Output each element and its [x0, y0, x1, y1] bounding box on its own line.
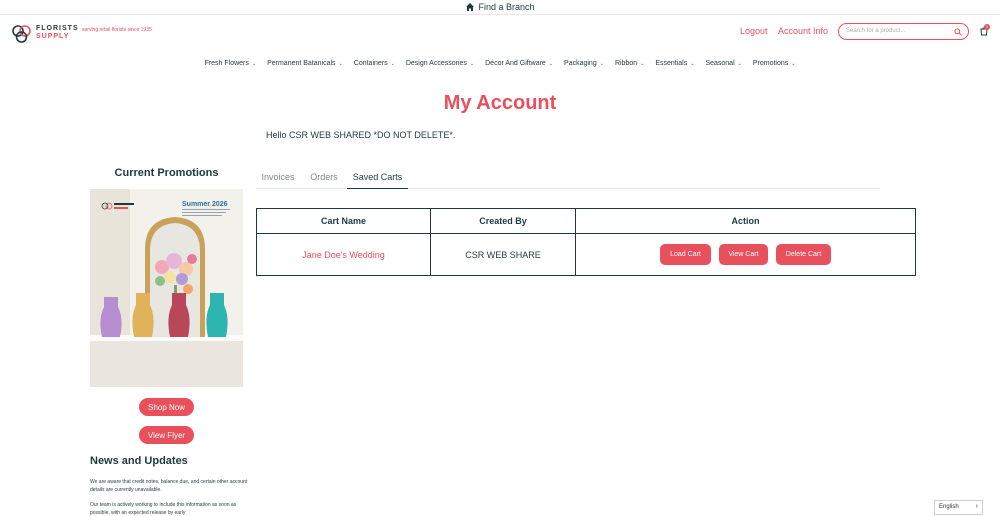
chevron-down-icon: ⌄ — [469, 60, 475, 67]
chevron-down-icon: ⌄ — [338, 60, 343, 67]
tab-orders[interactable]: Orders — [304, 165, 344, 189]
logo-text: FLORISTS SUPPLY — [36, 25, 79, 41]
delete-cart-button[interactable]: Delete Cart — [776, 244, 831, 265]
nav-label: Fresh Flowers — [204, 60, 249, 67]
tab-saved-carts[interactable]: Saved Carts — [347, 165, 408, 189]
chevron-down-icon: ⌄ — [251, 60, 257, 67]
cart-actions: Load Cart View Cart Delete Cart — [576, 244, 915, 265]
search-placeholder: Search for a product... — [846, 28, 906, 34]
chevron-down-icon: ⌄ — [599, 60, 604, 67]
nav-label: Containers — [353, 60, 388, 67]
nav-ribbon[interactable]: Ribbon ⌄ — [615, 58, 644, 69]
find-branch-link[interactable]: Find a Branch — [478, 2, 534, 12]
promotion-flyer-image[interactable]: Summer 2026 — [90, 189, 243, 387]
column-header-created-by: Created By — [430, 208, 576, 234]
nav-label: Ribbon — [614, 60, 638, 67]
chevron-down-icon: ⌄ — [640, 60, 645, 67]
table-row: Jane Doe's Wedding CSR WEB SHARE Load Ca… — [256, 233, 916, 276]
language-value: English — [939, 504, 959, 510]
tagline: serving retail florists since 1935 — [82, 27, 152, 33]
logo-line1: FLORISTS — [36, 25, 79, 32]
flyer-title: Summer 2026 — [182, 201, 228, 208]
shop-now-button[interactable]: Shop Now — [139, 398, 194, 416]
nav-fresh-flowers[interactable]: Fresh Flowers ⌄ — [205, 58, 257, 69]
logout-link[interactable]: Logout — [740, 26, 768, 36]
search-icon[interactable] — [954, 28, 962, 36]
nav-design-accessories[interactable]: Design Accessories ⌄ — [406, 58, 474, 69]
column-header-cart-name: Cart Name — [256, 208, 431, 234]
nav-decor-giftware[interactable]: Décor And Giftware ⌄ — [485, 58, 553, 69]
saved-carts-table: Cart Name Created By Action Jane Doe's W… — [256, 208, 916, 276]
chevron-down-icon: ⌄ — [548, 60, 554, 67]
chevron-down-icon: ⌄ — [390, 60, 395, 67]
nav-label: Permanent Batanicals — [267, 60, 336, 67]
nav-label: Seasonal — [705, 60, 735, 67]
nav-containers[interactable]: Containers ⌄ — [354, 58, 395, 69]
nav-essentials[interactable]: Essentials ⌄ — [655, 58, 694, 69]
nav-label: Packaging — [564, 60, 597, 67]
nav-packaging[interactable]: Packaging ⌄ — [564, 58, 604, 69]
table-header-row: Cart Name Created By Action — [256, 208, 916, 234]
site-logo[interactable]: FLORISTS SUPPLY — [11, 22, 79, 44]
nav-label: Promotions — [752, 60, 789, 67]
chevron-down-icon: ⌄ — [690, 60, 695, 67]
nav-label: Décor And Giftware — [485, 60, 546, 67]
tab-invoices[interactable]: Invoices — [256, 165, 300, 189]
cart-name-link[interactable]: Jane Doe's Wedding — [302, 250, 385, 260]
view-cart-button[interactable]: View Cart — [719, 244, 768, 265]
greeting-text: Hello CSR WEB SHARED *DO NOT DELETE*. — [266, 130, 456, 140]
account-tabs: Invoices Orders Saved Carts — [256, 165, 880, 189]
nav-seasonal[interactable]: Seasonal ⌄ — [705, 58, 741, 69]
news-paragraph: Our team is actively working to include … — [90, 502, 237, 516]
news-heading: News and Updates — [90, 455, 188, 467]
cart-name-cell: Jane Doe's Wedding — [256, 233, 431, 276]
column-header-action: Action — [575, 208, 916, 234]
nav-permanent-botanicals[interactable]: Permanent Batanicals ⌄ — [267, 58, 343, 69]
logo-line2: SUPPLY — [36, 33, 70, 40]
nav-promotions[interactable]: Promotions ⌄ — [753, 58, 796, 69]
nav-label: Essentials — [655, 60, 688, 67]
account-info-link[interactable]: Account Info — [778, 26, 828, 36]
chevron-down-icon: ⌄ — [737, 60, 742, 67]
action-cell: Load Cart View Cart Delete Cart — [575, 233, 916, 276]
cart-count-badge: 1 — [984, 24, 990, 30]
page-title: My Account — [443, 92, 557, 114]
site-header: FLORISTS SUPPLY serving retail florists … — [0, 15, 1000, 51]
promotions-heading: Current Promotions — [114, 167, 219, 179]
search-input[interactable]: Search for a product... — [838, 23, 969, 40]
created-by-cell: CSR WEB SHARE — [430, 233, 576, 276]
flyer-illustration — [90, 189, 243, 387]
chevron-down-icon: ⌄ — [791, 60, 796, 67]
view-flyer-button[interactable]: View Flyer — [139, 426, 194, 444]
chevron-right-icon: › — [975, 503, 978, 510]
load-cart-button[interactable]: Load Cart — [660, 244, 711, 265]
news-paragraph: We are aware that credit notes, balance … — [90, 479, 248, 493]
home-icon — [466, 3, 475, 11]
main-nav: Fresh Flowers ⌄ Permanent Batanicals ⌄ Con… — [0, 58, 1000, 69]
logo-mark-icon — [12, 25, 31, 43]
language-select[interactable]: English › — [934, 500, 983, 515]
nav-label: Design Accessories — [405, 60, 467, 67]
find-branch-bar[interactable]: Find a Branch — [0, 0, 1000, 15]
